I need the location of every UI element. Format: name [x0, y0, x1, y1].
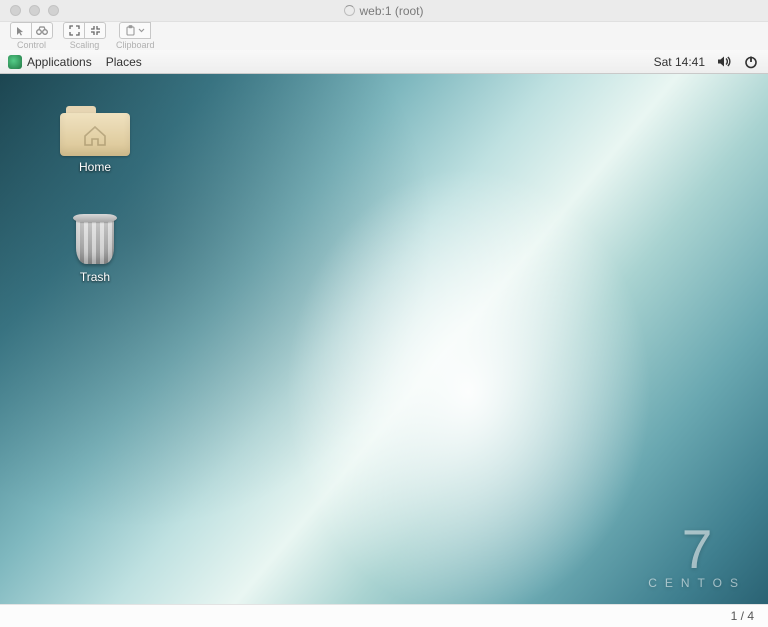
loading-spinner-icon: [344, 5, 355, 16]
page-indicator: 1 / 4: [731, 609, 754, 623]
control-label: Control: [17, 40, 46, 50]
scaling-label: Scaling: [70, 40, 100, 50]
applications-menu[interactable]: Applications: [8, 55, 92, 69]
trash-icon: [73, 214, 117, 266]
volume-icon[interactable]: [717, 55, 732, 68]
scale-expand-button[interactable]: [63, 22, 85, 39]
toolbar-group-clipboard: Clipboard: [116, 22, 155, 50]
centos-version: 7: [648, 525, 746, 575]
clipboard-label: Clipboard: [116, 40, 155, 50]
home-glyph-icon: [81, 124, 109, 146]
clipboard-button[interactable]: [119, 22, 151, 39]
clock[interactable]: Sat 14:41: [654, 55, 705, 69]
power-icon[interactable]: [744, 55, 758, 69]
status-bar: 1 / 4: [0, 604, 768, 627]
binoculars-button[interactable]: [31, 22, 53, 39]
scale-shrink-button[interactable]: [84, 22, 106, 39]
desktop-icon-label: Home: [79, 160, 111, 174]
desktop-icon-trash[interactable]: Trash: [40, 214, 150, 284]
gnome-foot-icon: [8, 55, 22, 69]
places-label: Places: [106, 55, 142, 69]
desktop-icon-label: Trash: [80, 270, 110, 284]
places-menu[interactable]: Places: [106, 55, 142, 69]
desktop-icon-home[interactable]: Home: [40, 106, 150, 174]
folder-icon: [60, 106, 130, 156]
vnc-toolbar: Control Scaling Clipboard: [0, 22, 768, 50]
mac-titlebar: web:1 (root): [0, 0, 768, 22]
applications-label: Applications: [27, 55, 92, 69]
gnome-top-panel: Applications Places Sat 14:41: [0, 50, 768, 74]
window-title: web:1 (root): [0, 4, 768, 18]
centos-name: CENTOS: [648, 576, 746, 590]
cursor-control-button[interactable]: [10, 22, 32, 39]
toolbar-group-control: Control: [10, 22, 53, 50]
window-title-text: web:1 (root): [359, 4, 423, 18]
centos-watermark: 7 CENTOS: [648, 525, 746, 591]
toolbar-group-scaling: Scaling: [63, 22, 106, 50]
desktop[interactable]: Home Trash 7 CENTOS: [0, 74, 768, 604]
